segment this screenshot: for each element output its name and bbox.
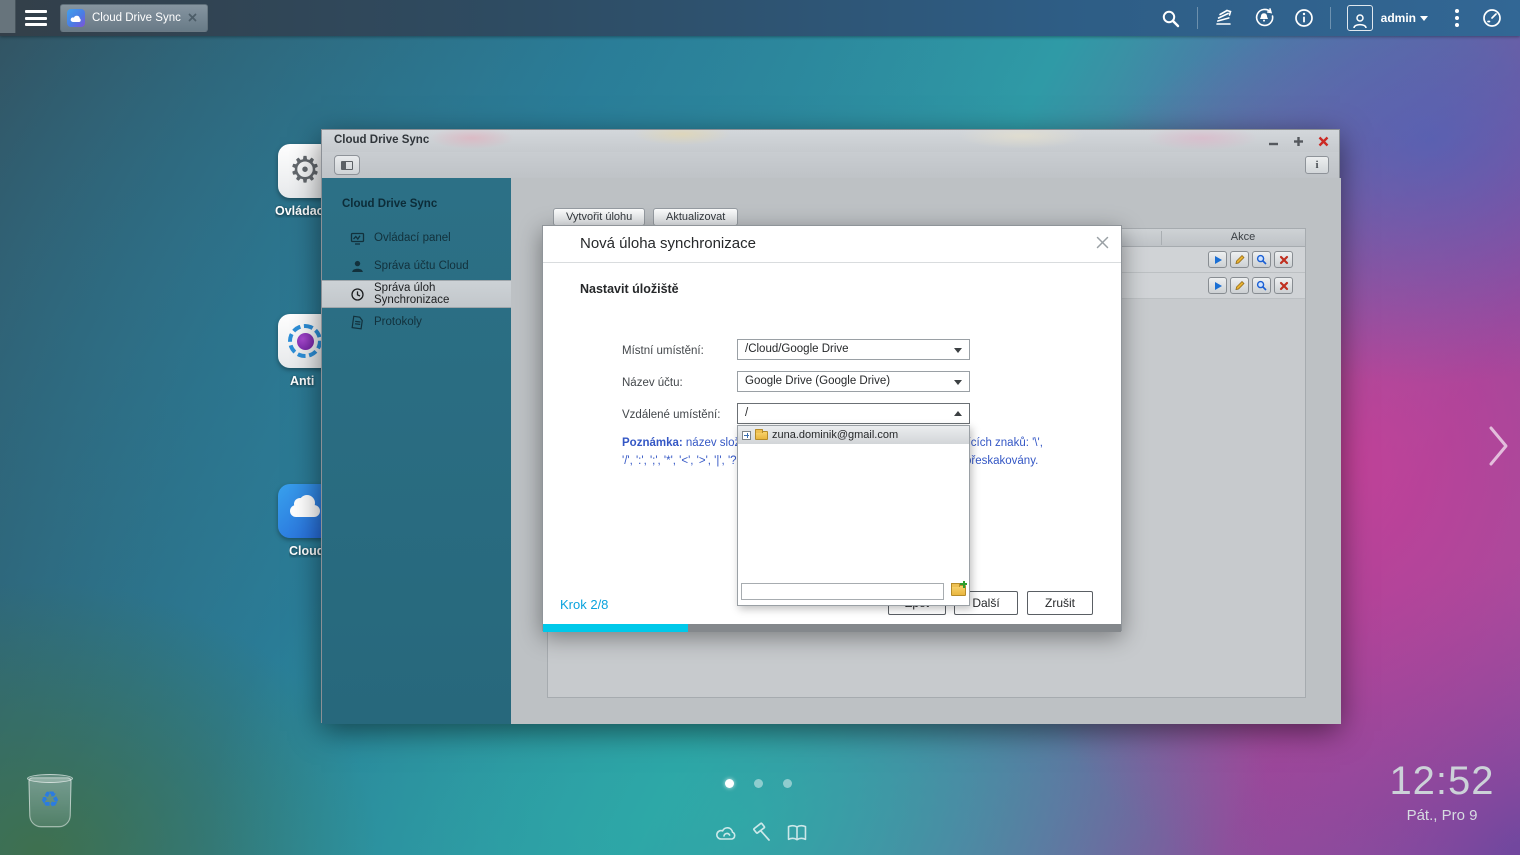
- cloud-drive-sync-app-icon: [67, 9, 85, 27]
- refresh-button[interactable]: Aktualizovat: [653, 208, 738, 226]
- local-location-label: Místní umístění:: [622, 345, 704, 357]
- minimize-button[interactable]: [1265, 133, 1281, 149]
- cloud-drive-sync-window: Cloud Drive Sync i Cloud Drive Sync Ovlá…: [321, 129, 1340, 723]
- window-sidebar: Cloud Drive Sync Ovládací panel Správa ú…: [322, 178, 511, 724]
- clock-time: 12:52: [1382, 761, 1502, 801]
- maximize-button[interactable]: [1290, 133, 1306, 149]
- window-title: Cloud Drive Sync: [334, 134, 429, 146]
- window-titlebar[interactable]: Cloud Drive Sync: [322, 130, 1339, 152]
- run-task-button[interactable]: [1208, 277, 1227, 294]
- cloud-icon: [290, 505, 320, 517]
- about-button[interactable]: i: [1305, 156, 1329, 174]
- dashboard-gauge-icon[interactable]: [1472, 0, 1512, 36]
- delete-task-button[interactable]: [1274, 251, 1293, 268]
- delete-task-button[interactable]: [1274, 277, 1293, 294]
- sidebar-item-label: Protokoly: [374, 316, 422, 328]
- sync-clock-icon: [350, 287, 365, 302]
- tab-close-icon[interactable]: [188, 9, 197, 27]
- user-avatar-icon[interactable]: [1347, 5, 1373, 31]
- chevron-down-icon: [954, 380, 962, 385]
- remote-folder-dropdown: zuna.dominik@gmail.com: [737, 425, 970, 606]
- sidebar-item-label: Správa úloh Synchronizace: [374, 282, 511, 306]
- main-menu-icon[interactable]: [25, 10, 47, 26]
- help-book-icon[interactable]: [784, 820, 810, 846]
- more-options-icon[interactable]: [1442, 9, 1472, 27]
- utilities-icon[interactable]: [749, 820, 775, 846]
- myqnapcloud-icon[interactable]: [714, 820, 740, 846]
- taskbar-tab-cloud-drive-sync[interactable]: Cloud Drive Sync: [60, 4, 208, 32]
- wizard-progress-bar: [543, 624, 1121, 632]
- user-menu-label[interactable]: admin: [1381, 11, 1416, 25]
- gear-icon: ⚙: [289, 153, 321, 189]
- sidebar-toggle-button[interactable]: [334, 155, 360, 175]
- next-page-chevron[interactable]: [1488, 424, 1510, 473]
- clock-date: Pát., Pro 9: [1382, 807, 1502, 824]
- sync-ring-icon: [288, 324, 322, 358]
- account-name-select[interactable]: Google Drive (Google Drive): [737, 371, 970, 392]
- panel-icon: [341, 161, 353, 170]
- cancel-button[interactable]: Zrušit: [1027, 591, 1093, 615]
- close-window-button[interactable]: [1315, 133, 1331, 149]
- view-task-button[interactable]: [1252, 277, 1271, 294]
- dialog-close-icon[interactable]: [1093, 233, 1111, 251]
- create-task-button[interactable]: Vytvořit úlohu: [553, 208, 645, 226]
- logs-icon: [350, 315, 365, 330]
- dialog-section-title: Nastavit úložiště: [580, 282, 679, 296]
- account-name-label: Název účtu:: [622, 377, 683, 389]
- pager-dot-2[interactable]: [754, 779, 763, 788]
- chevron-up-icon: [954, 411, 962, 416]
- actions-column-header: Akce: [1193, 231, 1293, 243]
- user-icon: [350, 259, 365, 274]
- dialog-title: Nová úloha synchronizace: [580, 235, 756, 252]
- dashboard-icon: [350, 231, 365, 246]
- run-task-button[interactable]: [1208, 251, 1227, 268]
- new-folder-icon: [951, 585, 966, 596]
- pager-dot-1[interactable]: [725, 779, 734, 788]
- note-line2-right: přeskakovány.: [965, 455, 1038, 467]
- remote-location-label: Vzdálené umístění:: [622, 409, 720, 421]
- tree-item-account-root[interactable]: zuna.dominik@gmail.com: [738, 426, 969, 444]
- sidebar-item-label: Správa účtu Cloud: [374, 260, 469, 272]
- sidebar-item-label: Ovládací panel: [374, 232, 451, 244]
- desktop-dock: [714, 820, 810, 846]
- note-line1-right: jících znaků: '\',: [965, 437, 1043, 449]
- tab-label: Cloud Drive Sync: [92, 12, 181, 24]
- tree-item-label: zuna.dominik@gmail.com: [772, 429, 898, 441]
- edit-task-button[interactable]: [1230, 277, 1249, 294]
- expand-icon[interactable]: [742, 431, 751, 440]
- window-toolbar: i: [322, 152, 1339, 178]
- taskbar-corner: [0, 0, 16, 33]
- new-sync-task-dialog: Nová úloha synchronizace Nastavit úložiš…: [542, 225, 1122, 631]
- local-location-select[interactable]: /Cloud/Google Drive: [737, 339, 970, 360]
- background-tasks-icon[interactable]: [1204, 0, 1244, 36]
- chevron-down-icon: [954, 348, 962, 353]
- sidebar-item-dashboard[interactable]: Ovládací panel: [322, 224, 511, 252]
- desktop-clock: 12:52 Pát., Pro 9: [1382, 761, 1502, 824]
- notifications-icon[interactable]: [1244, 0, 1284, 36]
- create-folder-button[interactable]: [949, 582, 968, 599]
- desktop: ⚙ Ovládac Anti Cloud 12:52 Pát., Pro 9: [0, 0, 1520, 855]
- pager-dot-3[interactable]: [783, 779, 792, 788]
- remote-location-select[interactable]: /: [737, 403, 970, 424]
- recycle-bin[interactable]: ♻: [26, 774, 74, 830]
- info-icon[interactable]: [1284, 0, 1324, 36]
- edit-task-button[interactable]: [1230, 251, 1249, 268]
- view-task-button[interactable]: [1252, 251, 1271, 268]
- desktop-icon-label: Cloud: [289, 544, 321, 558]
- sidebar-item-cloud-account[interactable]: Správa účtu Cloud: [322, 252, 511, 280]
- taskbar: Cloud Drive Sync admin: [0, 0, 1520, 36]
- chevron-down-icon: [1420, 16, 1428, 21]
- recycle-icon: ♻: [26, 788, 74, 813]
- sidebar-header: Cloud Drive Sync: [342, 198, 437, 210]
- desktop-icon-label: Anti: [290, 374, 321, 388]
- folder-icon: [755, 431, 768, 440]
- search-icon[interactable]: [1151, 0, 1191, 36]
- wizard-step-label: Krok 2/8: [560, 597, 608, 612]
- sidebar-item-sync-jobs[interactable]: Správa úloh Synchronizace: [322, 280, 511, 308]
- desktop-pager: [725, 779, 792, 788]
- new-folder-name-input[interactable]: [741, 583, 944, 600]
- sidebar-item-logs[interactable]: Protokoly: [322, 308, 511, 336]
